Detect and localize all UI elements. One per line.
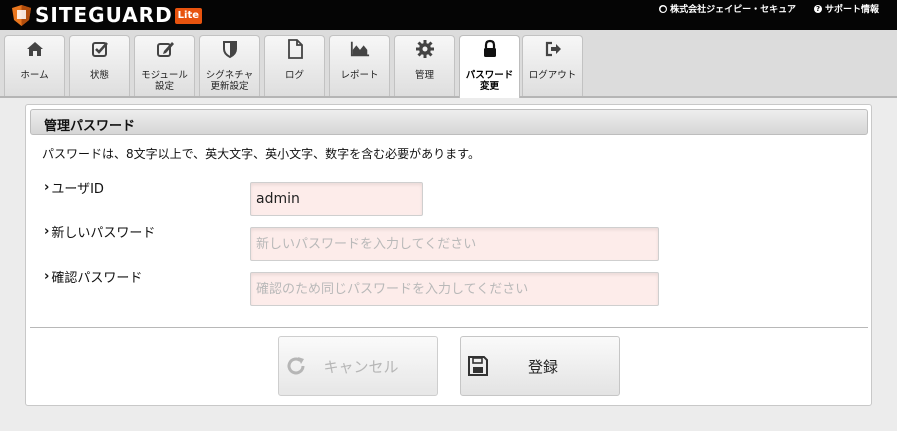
confirm-password-field[interactable]: [250, 272, 659, 306]
user-id-field[interactable]: [250, 182, 423, 216]
tab-status[interactable]: 状態: [69, 35, 130, 96]
logo-lite-badge: Lite: [174, 7, 203, 24]
tab-logout[interactable]: ログアウト: [522, 35, 583, 96]
area-chart-icon: [350, 41, 369, 57]
tab-admin-label: 管理: [414, 70, 434, 81]
save-button-label: 登録: [527, 357, 558, 376]
password-panel: 管理パスワード パスワードは、8文字以上で、英大文字、英小文字、数字を含む必要が…: [25, 104, 872, 406]
panel-title: 管理パスワード: [44, 119, 136, 134]
new-password-label-text: 新しいパスワード: [51, 226, 156, 241]
chevron-right-icon: ›: [44, 180, 50, 195]
panel-header: 管理パスワード: [30, 109, 868, 135]
tab-report[interactable]: レポート: [329, 35, 390, 96]
confirm-password-label-text: 確認パスワード: [51, 271, 143, 286]
home-icon: [26, 42, 43, 56]
tab-admin[interactable]: 管理: [394, 35, 455, 96]
tab-log-label: ログ: [284, 70, 304, 81]
password-requirements-text: パスワードは、8文字以上で、英大文字、英小文字、数字を含む必要があります。: [42, 147, 480, 161]
edit-icon: [156, 42, 174, 57]
file-icon: [287, 39, 303, 59]
checkbox-icon: [91, 42, 108, 57]
tab-home-label: ホーム: [20, 70, 49, 81]
new-password-field[interactable]: [250, 227, 659, 261]
company-link[interactable]: ● 株式会社ジェイピー・セキュア: [659, 2, 796, 15]
support-link-label: サポート情報: [824, 5, 879, 15]
tab-signature-update[interactable]: シグネチャ 更新設定: [199, 35, 260, 96]
confirm-password-label: › 確認パスワード: [44, 267, 142, 286]
tab-password-change[interactable]: パスワード 変更: [459, 35, 520, 98]
main-tab-bar: ホーム 状態 モジュール 設定 シグネチャ 更新設定 ログ レポート 管理 パス…: [0, 30, 897, 98]
siteguard-logo: SITEGUARD Lite: [12, 3, 203, 27]
tab-module-settings[interactable]: モジュール 設定: [134, 35, 195, 96]
tab-status-label: 状態: [89, 70, 109, 81]
header-links: ● 株式会社ジェイピー・セキュア ? サポート情報: [659, 2, 879, 15]
form-divider: [30, 327, 868, 328]
logout-icon: [545, 41, 561, 57]
tab-password-change-label: パスワード 変更: [465, 70, 514, 92]
refresh-icon: [287, 357, 305, 375]
shield-icon: [222, 41, 237, 59]
tab-home[interactable]: ホーム: [4, 35, 65, 96]
company-link-label: 株式会社ジェイピー・セキュア: [670, 5, 796, 15]
question-icon: ?: [813, 4, 822, 13]
tab-logout-label: ログアウト: [528, 70, 577, 81]
cancel-button-label: キャンセル: [323, 357, 399, 376]
chevron-right-icon: ›: [44, 224, 50, 239]
save-button[interactable]: 登録: [460, 336, 620, 396]
logo-text: SITEGUARD: [35, 3, 173, 27]
user-id-label-text: ユーザID: [51, 182, 104, 197]
support-link[interactable]: ? サポート情報: [813, 2, 879, 15]
lock-icon: [483, 39, 496, 57]
floppy-disk-icon: [468, 356, 488, 376]
gear-icon: [415, 40, 434, 58]
tab-module-settings-label: モジュール 設定: [141, 70, 188, 92]
tab-signature-update-label: シグネチャ 更新設定: [205, 70, 254, 92]
user-id-label: › ユーザID: [44, 178, 104, 197]
tab-log[interactable]: ログ: [264, 35, 325, 96]
tab-report-label: レポート: [340, 70, 379, 81]
globe-icon: ●: [659, 4, 668, 13]
new-password-label: › 新しいパスワード: [44, 222, 155, 241]
top-header: SITEGUARD Lite ● 株式会社ジェイピー・セキュア ? サポート情報: [0, 0, 897, 30]
logo-shield-icon: [12, 5, 31, 26]
cancel-button[interactable]: キャンセル: [278, 336, 438, 396]
chevron-right-icon: ›: [44, 269, 50, 284]
